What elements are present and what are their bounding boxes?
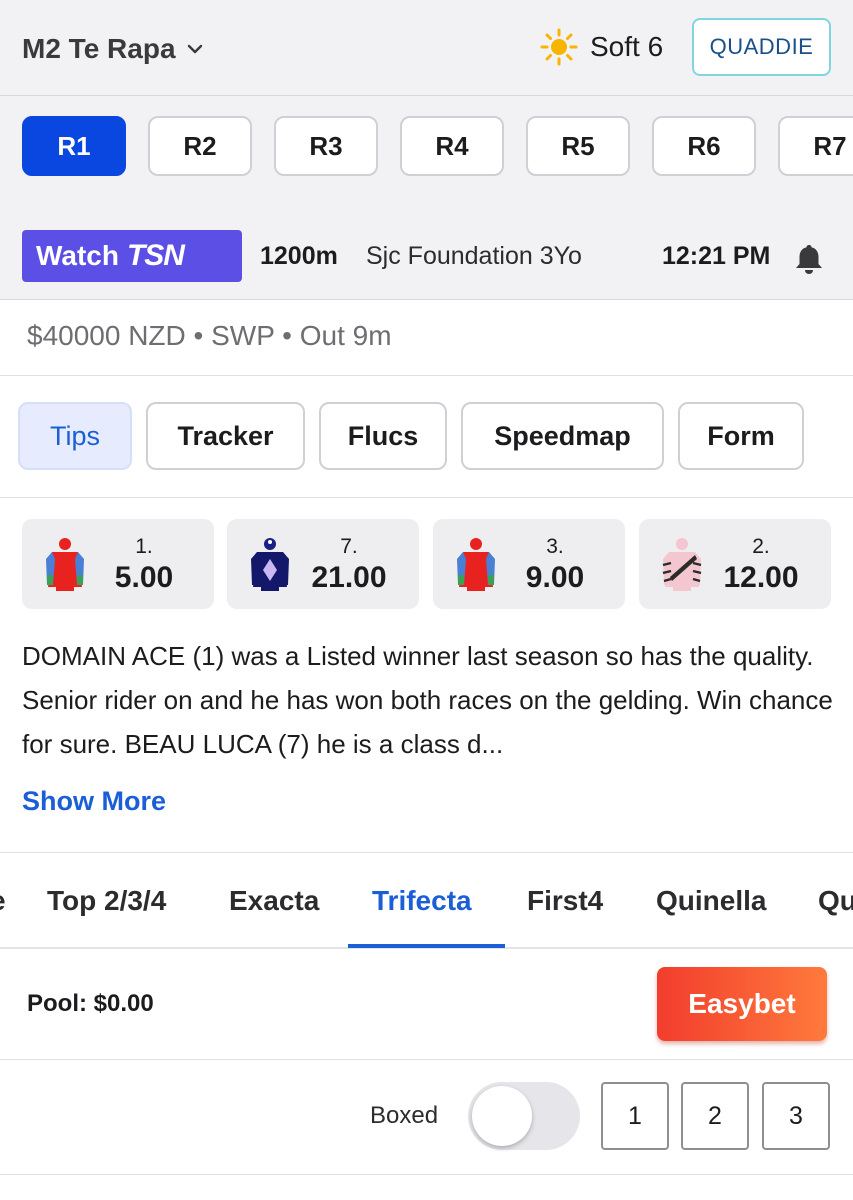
tip-card[interactable]: 7. 21.00 (227, 519, 419, 609)
bet-tab-top234[interactable]: Top 2/3/4 (47, 885, 166, 917)
position-column-1[interactable]: 1 (601, 1082, 669, 1150)
bet-tab-quinella[interactable]: Quinella (656, 885, 766, 917)
tab-tips[interactable]: Tips (18, 402, 132, 470)
watch-tsn-button[interactable]: Watch TSN (22, 230, 242, 282)
race-selector: R1 R2 R3 R4 R5 R6 R7 (0, 96, 853, 204)
boxed-toggle[interactable] (468, 1082, 580, 1150)
prize-details: $40000 NZD • SWP • Out 9m (27, 320, 392, 351)
chevron-down-icon (187, 44, 202, 54)
tip-card[interactable]: 3. 9.00 (433, 519, 625, 609)
quaddie-button[interactable]: QUADDIE (692, 18, 831, 76)
race-name: Sjc Foundation 3Yo (366, 242, 582, 270)
race-info-bar: Watch TSN 1200m Sjc Foundation 3Yo 12:21… (0, 204, 853, 300)
position-column-2[interactable]: 2 (681, 1082, 749, 1150)
easybet-button[interactable]: Easybet (657, 967, 827, 1041)
bet-tab-partial-right[interactable]: Qu (818, 885, 853, 917)
race-tab-r7[interactable]: R7 (778, 116, 853, 176)
tip-runner-number: 3. (546, 535, 564, 558)
venue-name: M2 Te Rapa (22, 33, 176, 64)
tip-runner-number: 2. (752, 535, 770, 558)
boxed-label: Boxed (370, 1102, 439, 1129)
tsn-logo: TSN (126, 239, 185, 272)
race-tab-r3[interactable]: R3 (274, 116, 378, 176)
bell-icon[interactable] (792, 242, 826, 276)
race-distance: 1200m (260, 242, 338, 270)
watch-label: Watch (36, 240, 119, 271)
venue-selector[interactable]: M2 Te Rapa (22, 30, 204, 68)
divider (0, 1059, 853, 1060)
toggle-knob (472, 1086, 532, 1146)
tip-odds: 5.00 (114, 561, 174, 594)
bet-tab-partial[interactable]: e (0, 885, 6, 917)
tab-form[interactable]: Form (678, 402, 804, 470)
tip-odds: 9.00 (525, 561, 585, 594)
active-tab-indicator (348, 944, 505, 948)
bet-tab-exacta[interactable]: Exacta (229, 885, 319, 917)
tab-tracker[interactable]: Tracker (146, 402, 305, 470)
weather-condition: Soft 6 (540, 28, 663, 66)
race-tab-r6[interactable]: R6 (652, 116, 756, 176)
tip-summary-text: DOMAIN ACE (1) was a Listed winner last … (22, 641, 833, 759)
track-condition: Soft 6 (590, 31, 664, 62)
bet-type-tabs: e Top 2/3/4 Exacta Trifecta First4 Quine… (0, 853, 853, 949)
position-column-3[interactable]: 3 (762, 1082, 830, 1150)
race-time: 12:21 PM (662, 242, 771, 270)
race-tab-r4[interactable]: R4 (400, 116, 504, 176)
pool-amount: Pool: $0.00 (27, 990, 154, 1017)
race-prize-row: $40000 NZD • SWP • Out 9m (0, 300, 853, 376)
bet-tab-first4[interactable]: First4 (527, 885, 603, 917)
tab-flucs[interactable]: Flucs (319, 402, 447, 470)
tip-odds: 12.00 (723, 561, 799, 594)
race-tab-r5[interactable]: R5 (526, 116, 630, 176)
race-tab-r2[interactable]: R2 (148, 116, 252, 176)
tip-card[interactable]: 2. 12.00 (639, 519, 831, 609)
tip-runner-number: 1. (135, 535, 153, 558)
show-more-link[interactable]: Show More (22, 786, 166, 817)
race-subtabs: Tips Tracker Flucs Speedmap Form (0, 376, 853, 498)
bet-tab-trifecta[interactable]: Trifecta (372, 885, 472, 917)
sun-icon (540, 28, 578, 66)
header-bar: M2 Te Rapa Soft 6 QUADDIE (0, 0, 853, 96)
tip-runner-number: 7. (340, 535, 358, 558)
divider (0, 1174, 853, 1175)
tab-speedmap[interactable]: Speedmap (461, 402, 664, 470)
race-tab-r1[interactable]: R1 (22, 116, 126, 176)
tip-odds: 21.00 (311, 561, 387, 594)
tip-card[interactable]: 1. 5.00 (22, 519, 214, 609)
